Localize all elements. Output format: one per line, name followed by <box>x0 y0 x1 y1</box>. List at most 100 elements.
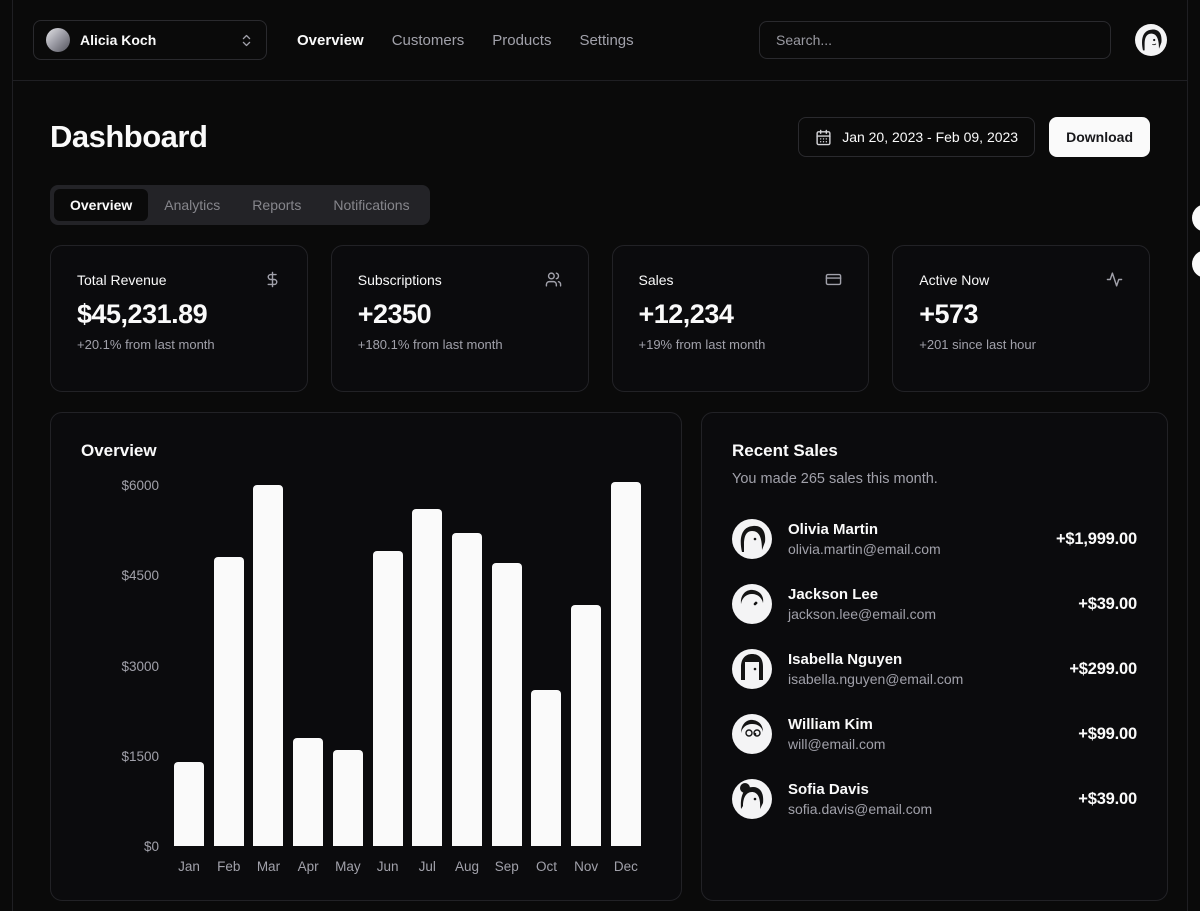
tab-reports[interactable]: Reports <box>236 189 317 221</box>
stat-card-header: Subscriptions <box>358 271 562 288</box>
stat-card-sales: Sales+12,234+19% from last month <box>612 245 870 392</box>
dashboard-main: Dashboard Jan 20, 2023 - Feb 09, 2023 Do… <box>13 81 1187 901</box>
y-tick-label: $1500 <box>81 749 159 764</box>
sale-customer-email: isabella.nguyen@email.com <box>788 671 963 687</box>
sale-row: Isabella Nguyen isabella.nguyen@email.com… <box>732 649 1137 689</box>
main-nav: Overview Customers Products Settings <box>297 32 634 49</box>
sale-row: William Kimwill@email.com +$99.00 <box>732 714 1137 754</box>
sale-customer-name: Olivia Martin <box>788 521 941 538</box>
x-tick-label: Aug <box>452 859 482 874</box>
sale-amount: +$1,999.00 <box>1056 530 1137 549</box>
users-icon <box>545 271 562 288</box>
sale-customer-name: Sofia Davis <box>788 781 932 798</box>
sale-customer-email: olivia.martin@email.com <box>788 541 941 557</box>
tab-notifications[interactable]: Notifications <box>317 189 425 221</box>
nav-link-settings[interactable]: Settings <box>579 32 633 49</box>
date-range-picker[interactable]: Jan 20, 2023 - Feb 09, 2023 <box>798 117 1035 157</box>
edge-floating-button-top[interactable] <box>1192 204 1200 232</box>
chart-bar-may <box>333 750 363 846</box>
chart-bar-nov <box>571 605 601 846</box>
y-tick-label: $0 <box>81 839 159 854</box>
search-input[interactable] <box>759 21 1111 59</box>
y-tick-label: $3000 <box>81 659 159 674</box>
page-title: Dashboard <box>50 119 207 155</box>
stat-card-header: Sales <box>639 271 843 288</box>
sale-row: Sofia Davissofia.davis@email.com+$39.00 <box>732 779 1137 819</box>
tab-overview[interactable]: Overview <box>54 189 148 221</box>
stat-card-change: +180.1% from last month <box>358 337 562 352</box>
x-tick-label: Sep <box>492 859 522 874</box>
download-button[interactable]: Download <box>1049 117 1150 157</box>
stat-card-title: Total Revenue <box>77 272 167 288</box>
date-range-label: Jan 20, 2023 - Feb 09, 2023 <box>842 129 1018 145</box>
overview-chart-card: Overview $0$1500$3000$4500$6000 JanFebMa… <box>50 412 682 901</box>
stat-card-change: +20.1% from last month <box>77 337 281 352</box>
sale-customer-email: sofia.davis@email.com <box>788 801 932 817</box>
chart-bar-oct <box>531 690 561 846</box>
stat-card-header: Active Now <box>919 271 1123 288</box>
customer-avatar-female-straight-hair <box>732 649 772 689</box>
team-name: Alicia Koch <box>80 32 229 48</box>
edge-floating-button-bottom[interactable] <box>1192 250 1200 278</box>
sale-info: William Kimwill@email.com <box>788 716 885 752</box>
recent-sales-title: Recent Sales <box>732 441 1137 461</box>
nav-link-customers[interactable]: Customers <box>392 32 465 49</box>
stat-card-active-now: Active Now+573+201 since last hour <box>892 245 1150 392</box>
chart-bar-jul <box>412 509 442 846</box>
x-tick-label: Jan <box>174 859 204 874</box>
chart-bar-feb <box>214 557 244 846</box>
title-actions: Jan 20, 2023 - Feb 09, 2023 Download <box>798 117 1150 157</box>
x-tick-label: Nov <box>571 859 601 874</box>
sale-info: Olivia Martin olivia.martin@email.com <box>788 521 941 557</box>
x-tick-label: Feb <box>214 859 244 874</box>
activity-icon <box>1106 271 1123 288</box>
sale-customer-name: William Kim <box>788 716 885 733</box>
sale-amount: +$39.00 <box>1078 595 1137 614</box>
user-avatar-button[interactable] <box>1135 24 1167 56</box>
x-tick-label: May <box>333 859 363 874</box>
recent-sales-subtitle: You made 265 sales this month. <box>732 471 1137 487</box>
user-avatar <box>1135 24 1167 56</box>
sale-amount: +$99.00 <box>1078 725 1137 744</box>
y-tick-label: $6000 <box>81 478 159 493</box>
sale-info: Jackson Leejackson.lee@email.com <box>788 586 936 622</box>
x-tick-label: Apr <box>293 859 323 874</box>
stat-card-title: Subscriptions <box>358 272 442 288</box>
sale-info: Isabella Nguyen isabella.nguyen@email.com <box>788 651 963 687</box>
stats-grid: Total Revenue $45,231.89 +20.1% from last … <box>50 245 1150 392</box>
x-tick-label: Dec <box>611 859 641 874</box>
customer-avatar-male-short-hair <box>732 584 772 624</box>
stat-card-value: +12,234 <box>639 299 843 330</box>
chart-bar-dec <box>611 482 641 846</box>
x-tick-label: Oct <box>531 859 561 874</box>
x-tick-label: Jun <box>373 859 403 874</box>
sale-row: Jackson Leejackson.lee@email.com +$39.00 <box>732 584 1137 624</box>
app-frame: Alicia Koch Overview Customers Products Set… <box>12 0 1188 911</box>
stat-card-value: +2350 <box>358 299 562 330</box>
dollar-icon <box>264 271 281 288</box>
sale-customer-name: Isabella Nguyen <box>788 651 963 668</box>
x-tick-label: Mar <box>253 859 283 874</box>
team-switcher[interactable]: Alicia Koch <box>33 20 267 60</box>
stat-card-value: +573 <box>919 299 1123 330</box>
stat-card-title: Sales <box>639 272 674 288</box>
topbar-right <box>759 21 1167 59</box>
customer-avatar-female-long-hair <box>732 519 772 559</box>
nav-link-products[interactable]: Products <box>492 32 551 49</box>
chart-bars <box>174 485 641 846</box>
calendar-icon <box>815 129 832 146</box>
recent-sales-list: Olivia Martin olivia.martin@email.com +$1,… <box>732 519 1137 819</box>
stat-card-subscriptions: Subscriptions +2350 +180.1% from last mont… <box>331 245 589 392</box>
chevrons-up-down-icon <box>239 33 254 48</box>
chart-bar-sep <box>492 563 522 846</box>
nav-link-overview[interactable]: Overview <box>297 32 364 49</box>
y-tick-label: $4500 <box>81 568 159 583</box>
stat-card-title: Active Now <box>919 272 989 288</box>
x-tick-label: Jul <box>412 859 442 874</box>
sale-customer-name: Jackson Lee <box>788 586 936 603</box>
stat-card-value: $45,231.89 <box>77 299 281 330</box>
stat-card-total-revenue: Total Revenue $45,231.89 +20.1% from last … <box>50 245 308 392</box>
customer-avatar-male-glasses <box>732 714 772 754</box>
tab-analytics[interactable]: Analytics <box>148 189 236 221</box>
stat-card-header: Total Revenue <box>77 271 281 288</box>
